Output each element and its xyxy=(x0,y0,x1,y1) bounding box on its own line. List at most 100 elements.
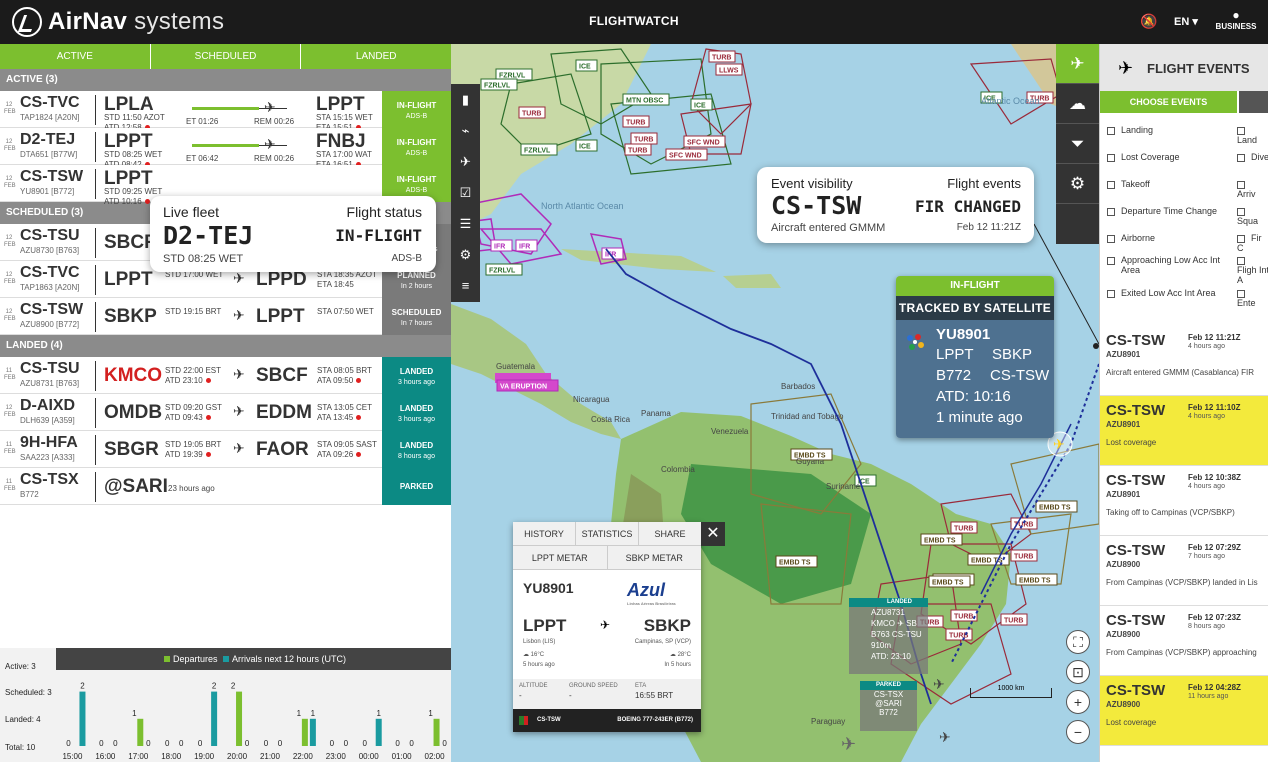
bar-arrivals[interactable] xyxy=(309,718,316,746)
flight-row[interactable]: 12 FEB D-AIXD DLH639 [A359] OMDB STD 09:20 GS… xyxy=(0,394,451,431)
filter-icon[interactable]: ⏷ xyxy=(1056,124,1099,164)
row-flight: TAP1824 [A20N] xyxy=(20,113,80,122)
runway-list-icon[interactable]: ☰ xyxy=(451,208,480,239)
flights-layer-icon[interactable]: ✈ xyxy=(1056,44,1099,84)
checkbox-icon[interactable] xyxy=(1107,126,1115,135)
zoom-in-button[interactable]: + xyxy=(1066,690,1090,714)
tab-share[interactable]: SHARE xyxy=(639,522,701,545)
tab-statistics[interactable]: STATISTICS xyxy=(576,522,639,545)
event-option-checkbox[interactable]: Approaching Low Acc Int Area xyxy=(1107,255,1225,275)
close-icon[interactable]: ✕ xyxy=(701,522,725,546)
event-item[interactable]: CS-TSW AZU8901 Feb 12 11:21Z 4 hours ago Air… xyxy=(1100,326,1268,396)
bar-value-label: 1 xyxy=(311,709,316,718)
event-item[interactable]: CS-TSW AZU8900 Feb 12 07:23Z 8 hours ago Fro… xyxy=(1100,606,1268,676)
event-option-checkbox[interactable]: Ente xyxy=(1237,288,1268,308)
settings-list-icon[interactable]: ⚙ xyxy=(451,239,480,270)
zoom-out-button[interactable]: − xyxy=(1066,720,1090,744)
tab-active[interactable]: ACTIVE xyxy=(0,44,151,69)
fullscreen-icon[interactable]: ⛶ xyxy=(1066,630,1090,654)
checklist-icon[interactable]: ☑ xyxy=(451,177,480,208)
event-option-checkbox[interactable]: Fligh Int A xyxy=(1237,255,1268,285)
flight-row[interactable]: 12 FEB CS-TSW AZU8900 [B772] SBKP STD 19:15 B… xyxy=(0,298,451,335)
chart-bars-icon[interactable]: ▮ xyxy=(451,84,480,115)
choose-events-tab[interactable]: CHOOSE EVENTS xyxy=(1100,91,1237,113)
fit-bounds-icon[interactable]: ⊡ xyxy=(1066,660,1090,684)
row-remaining: REM 00:26 xyxy=(254,117,295,126)
event-option-checkbox[interactable]: Exited Low Acc Int Area xyxy=(1107,288,1242,298)
bar-arrivals[interactable] xyxy=(211,691,218,746)
sliders-icon[interactable]: ≡ xyxy=(451,270,480,301)
checkbox-icon[interactable] xyxy=(1237,234,1245,243)
map-settings-icon[interactable]: ⚙ xyxy=(1056,164,1099,204)
status-badge[interactable]: SCHEDULED In 7 hours xyxy=(382,298,451,335)
tab-origin-metar[interactable]: LPPT METAR xyxy=(513,546,608,569)
status-badge[interactable]: IN-FLIGHT ADS-B xyxy=(382,128,451,165)
tab-landed[interactable]: LANDED xyxy=(301,44,451,69)
user-icon: ● xyxy=(1232,8,1240,22)
event-option-checkbox[interactable]: Departure Time Change xyxy=(1107,206,1242,216)
status-badge[interactable]: LANDED 3 hours ago xyxy=(382,394,451,431)
checkbox-icon[interactable] xyxy=(1237,126,1245,135)
status-badge[interactable]: IN-FLIGHT ADS-B xyxy=(382,91,451,128)
tab-scheduled[interactable]: SCHEDULED xyxy=(151,44,302,69)
event-message: Taking off to Campinas (VCP/SBKP) xyxy=(1106,508,1235,517)
event-item[interactable]: CS-TSW AZU8901 Feb 12 10:38Z 4 hours ago Tak… xyxy=(1100,466,1268,536)
event-item[interactable]: CS-TSW AZU8900 Feb 12 04:28Z 11 hours ago Lo… xyxy=(1100,676,1268,746)
place-label: Barbados xyxy=(781,382,815,391)
event-option-checkbox[interactable]: Landing xyxy=(1107,125,1242,135)
event-item[interactable]: CS-TSW AZU8900 Feb 12 07:29Z 7 hours ago Fro… xyxy=(1100,536,1268,606)
checkbox-icon[interactable] xyxy=(1107,153,1115,162)
checkbox-icon[interactable] xyxy=(1107,289,1115,298)
bar-departures[interactable] xyxy=(236,691,243,746)
language-selector[interactable]: EN ▾ xyxy=(1174,15,1198,28)
flight-row[interactable]: 11 FEB 9H-HFA SAA223 [A333] SBGR STD 19:05 BR… xyxy=(0,431,451,468)
account-menu[interactable]: ● BUSINESS xyxy=(1214,8,1258,31)
event-option-checkbox[interactable]: Airborne xyxy=(1107,233,1242,243)
status-badge[interactable]: LANDED 8 hours ago xyxy=(382,431,451,468)
checkbox-icon[interactable] xyxy=(1237,256,1245,265)
bar-value-label: 0 xyxy=(99,739,104,748)
events-tab-2[interactable] xyxy=(1237,91,1268,113)
tab-destination-metar[interactable]: SBKP METAR xyxy=(607,546,701,569)
flight-list-icon[interactable]: ✈ xyxy=(451,146,480,177)
landed-flight-label[interactable]: LANDED AZU8731 KMCO ✈ SB B763 CS-TSU 910… xyxy=(849,598,928,674)
popup-source: ADS-B xyxy=(391,253,422,264)
bar-arrivals[interactable] xyxy=(79,691,86,746)
event-option-checkbox[interactable]: Lost Coverage xyxy=(1107,152,1242,162)
event-item[interactable]: CS-TSW AZU8901 Feb 12 11:10Z 4 hours ago Los… xyxy=(1100,396,1268,466)
status-badge[interactable]: PARKED xyxy=(382,468,451,505)
popup-registration: D2-TEJ xyxy=(163,221,254,250)
event-option-checkbox[interactable]: Arriv xyxy=(1237,179,1268,199)
event-option-checkbox[interactable]: Fir C xyxy=(1237,233,1268,253)
line-chart-icon[interactable]: ⌁ xyxy=(451,115,480,146)
flight-row[interactable]: 12 FEB CS-TVC TAP1824 [A20N] LPLA STD 11:50 A… xyxy=(0,91,451,132)
event-list: CS-TSW AZU8901 Feb 12 11:21Z 4 hours ago Air… xyxy=(1100,326,1268,746)
checkbox-icon[interactable] xyxy=(1107,234,1115,243)
checkbox-icon[interactable] xyxy=(1107,256,1115,265)
bar-arrivals[interactable] xyxy=(375,718,382,746)
tab-history[interactable]: HISTORY xyxy=(513,522,576,545)
checkbox-icon[interactable] xyxy=(1237,153,1245,162)
notifications-off-icon[interactable]: 🔕 xyxy=(1140,13,1157,30)
bar-departures[interactable] xyxy=(433,718,440,746)
event-option-checkbox[interactable]: Squa xyxy=(1237,206,1268,226)
flight-row[interactable]: 12 FEB D2-TEJ DTA651 [B77W] LPPT STD 08:25 WE… xyxy=(0,128,451,169)
checkbox-icon[interactable] xyxy=(1237,289,1245,298)
bar-departures[interactable] xyxy=(137,718,144,746)
flight-row[interactable]: 11 FEB CS-TSX B772 @SARI 23 hours ago PARKED xyxy=(0,468,451,505)
checkbox-icon[interactable] xyxy=(1237,180,1245,189)
weather-label: TURB xyxy=(634,137,653,144)
parked-flight-label[interactable]: PARKED CS-TSX @SARI B772 xyxy=(860,681,917,731)
checkbox-icon[interactable] xyxy=(1107,207,1115,216)
status-badge[interactable]: LANDED 3 hours ago xyxy=(382,357,451,394)
satellite-tracking-popup[interactable]: IN-FLIGHT TRACKED BY SATELLITE YU8901 LP… xyxy=(896,276,1054,438)
row-date: 12 FEB xyxy=(4,235,16,248)
event-option-checkbox[interactable]: Dive xyxy=(1237,152,1268,162)
checkbox-icon[interactable] xyxy=(1237,207,1245,216)
checkbox-icon[interactable] xyxy=(1107,180,1115,189)
flight-row[interactable]: 11 FEB CS-TSU AZU8731 [B763] KMCO STD 22:00 E… xyxy=(0,357,451,394)
bar-departures[interactable] xyxy=(301,718,308,746)
event-option-checkbox[interactable]: Takeoff xyxy=(1107,179,1242,189)
weather-layer-icon[interactable]: ☁ xyxy=(1056,84,1099,124)
event-option-checkbox[interactable]: Land xyxy=(1237,125,1268,145)
